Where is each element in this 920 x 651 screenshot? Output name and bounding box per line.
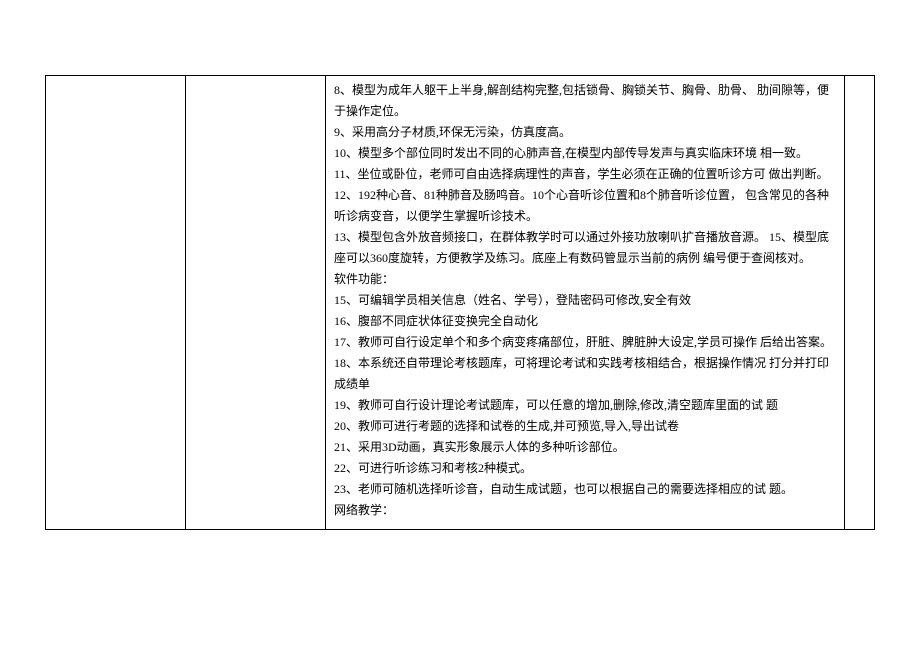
spec-line: 16、腹部不同症状体征变换完全自动化 (334, 311, 836, 332)
table-row: 8、模型为成年人躯干上半身,解剖结构完整,包括锁骨、胸锁关节、胸骨、肋骨、 肋间… (46, 76, 875, 530)
cell-col1 (46, 76, 186, 530)
spec-line: 13、模型包含外放音频接口，在群体教学时可以通过外接功放喇叭扩音播放音源。 15… (334, 227, 836, 269)
spec-line: 17、教师可自行设定单个和多个病变疼痛部位，肝脏、脾脏肿大设定,学员可操作 后给… (334, 332, 836, 353)
spec-line: 20、教师可进行考题的选择和试卷的生成,并可预览,导入,导出试卷 (334, 416, 836, 437)
spec-line: 15、可编辑学员相关信息（姓名、学号），登陆密码可修改,安全有效 (334, 290, 836, 311)
spec-line: 19、教师可自行设计理论考试题库，可以任意的增加,删除,修改,清空题库里面的试 … (334, 395, 836, 416)
spec-line: 10、模型多个部位同时发出不同的心肺声音,在模型内部传导发声与真实临床环境 相一… (334, 143, 836, 164)
cell-col2 (186, 76, 326, 530)
cell-content: 8、模型为成年人躯干上半身,解剖结构完整,包括锁骨、胸锁关节、胸骨、肋骨、 肋间… (326, 76, 845, 530)
spec-table: 8、模型为成年人躯干上半身,解剖结构完整,包括锁骨、胸锁关节、胸骨、肋骨、 肋间… (45, 75, 875, 530)
spec-line: 软件功能： (334, 269, 836, 290)
spec-line: 9、采用高分子材质,环保无污染，仿真度高。 (334, 122, 836, 143)
spec-line: 网络教学： (334, 500, 836, 521)
spec-line: 22、可进行听诊练习和考核2种模式。 (334, 458, 836, 479)
spec-line: 11、坐位或卧位，老师可自由选择病理性的声音，学生必须在正确的位置听诊方可 做出… (334, 164, 836, 185)
spec-line: 12、192种心音、81种肺音及肠鸣音。10个心音听诊位置和8个肺音听诊位置， … (334, 185, 836, 227)
spec-line: 21、采用3D动画，真实形象展示人体的多种听诊部位。 (334, 437, 836, 458)
spec-line: 23、老师可随机选择听诊音，自动生成试题，也可以根据自己的需要选择相应的试 题。 (334, 479, 836, 500)
spec-line: 8、模型为成年人躯干上半身,解剖结构完整,包括锁骨、胸锁关节、胸骨、肋骨、 肋间… (334, 80, 836, 122)
spec-line: 18、本系统还自带理论考核题库，可将理论考试和实践考核相结合，根据操作情况 打分… (334, 353, 836, 395)
cell-col4 (845, 76, 875, 530)
